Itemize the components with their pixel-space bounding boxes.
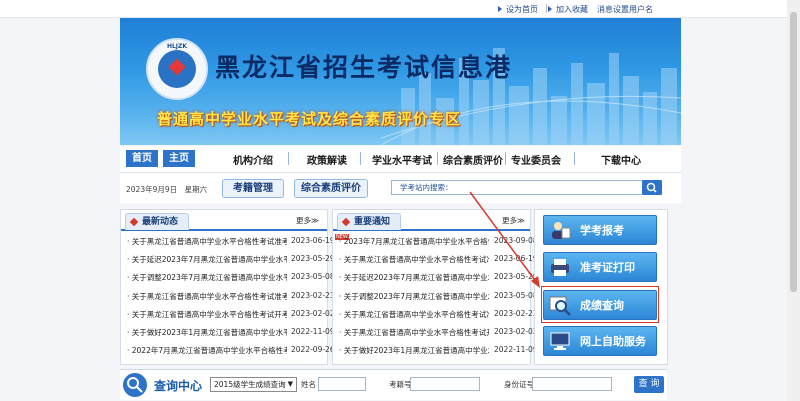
grade-select[interactable]: 2015级学生成绩查询 ▼ bbox=[210, 377, 297, 392]
id-number-label: 身份证号 bbox=[504, 380, 534, 389]
scrollbar-thumb[interactable] bbox=[790, 12, 797, 292]
exam-id-input[interactable] bbox=[410, 377, 480, 391]
exam-id-label: 考籍号 bbox=[389, 380, 412, 389]
scrollbar[interactable] bbox=[787, 0, 800, 401]
query-submit-button[interactable]: 查 询 bbox=[634, 376, 664, 393]
chevron-down-icon: ▼ bbox=[287, 380, 293, 388]
name-input[interactable] bbox=[318, 377, 366, 391]
query-center: 查询中心 2015级学生成绩查询 ▼ 姓名 考籍号 身份证号 查 询 bbox=[120, 369, 667, 400]
query-icon bbox=[123, 373, 147, 397]
id-number-input[interactable] bbox=[532, 377, 612, 391]
name-label: 姓名 bbox=[301, 380, 316, 389]
annotation-arrow bbox=[469, 191, 540, 288]
query-center-title: 查询中心 bbox=[154, 379, 203, 393]
